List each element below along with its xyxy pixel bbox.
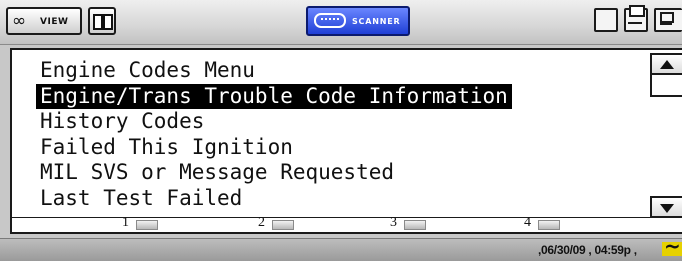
function-key-label: 1 <box>122 215 129 230</box>
function-key-indicator-icon <box>136 220 158 230</box>
view-button[interactable]: ∞ VIEW <box>6 7 82 35</box>
binoculars-icon: ∞ <box>12 11 27 31</box>
scroll-thumb[interactable] <box>650 75 682 97</box>
arrow-down-icon <box>660 204 674 213</box>
function-key-indicator-icon <box>404 220 426 230</box>
scroll-down-button[interactable] <box>650 196 682 218</box>
scroll-up-button[interactable] <box>650 53 682 75</box>
engine-codes-menu: Engine Codes Menu Engine/Trans Trouble C… <box>36 58 512 211</box>
scrollbar[interactable] <box>650 53 682 221</box>
toolbar: ∞ VIEW SCANNER <box>0 0 682 45</box>
signal-icon <box>662 234 682 258</box>
status-bar: ,06/30/09 , 04:59p , <box>0 234 682 261</box>
folder-icon[interactable] <box>594 8 618 32</box>
scanner-button[interactable]: SCANNER <box>306 6 410 36</box>
function-key-label: 3 <box>390 215 397 230</box>
menu-title: Engine Codes Menu <box>40 58 255 82</box>
split-screen-icon <box>93 14 103 30</box>
print-icon[interactable] <box>624 5 648 32</box>
split-screen-icon-right <box>103 14 113 30</box>
menu-item-last-test-failed[interactable]: Last Test Failed <box>36 186 246 212</box>
divider <box>10 217 682 218</box>
split-screen-button[interactable] <box>88 7 116 35</box>
status-time: 04:59p <box>594 243 631 257</box>
save-icon[interactable] <box>654 8 682 32</box>
function-key-label: 4 <box>524 215 531 230</box>
menu-item-failed-this-ignition[interactable]: Failed This Ignition <box>36 135 297 161</box>
function-key-indicator-icon <box>538 220 560 230</box>
scanner-device-icon <box>314 13 346 28</box>
status-date: 06/30/09 <box>541 243 586 257</box>
scanner-button-label: SCANNER <box>352 17 401 26</box>
menu-item-history-codes[interactable]: History Codes <box>36 109 208 135</box>
function-key-indicator-icon <box>272 220 294 230</box>
status-datetime: ,06/30/09 , 04:59p , <box>538 243 637 257</box>
view-button-label: VIEW <box>40 17 69 27</box>
menu-item-mil-svs-or-message-requested[interactable]: MIL SVS or Message Requested <box>36 160 398 186</box>
function-key-label: 2 <box>258 215 265 230</box>
arrow-up-icon <box>660 60 674 69</box>
menu-panel: Engine Codes Menu Engine/Trans Trouble C… <box>10 48 682 234</box>
menu-item-engine-trans-trouble-code-information[interactable]: Engine/Trans Trouble Code Information <box>36 83 512 109</box>
